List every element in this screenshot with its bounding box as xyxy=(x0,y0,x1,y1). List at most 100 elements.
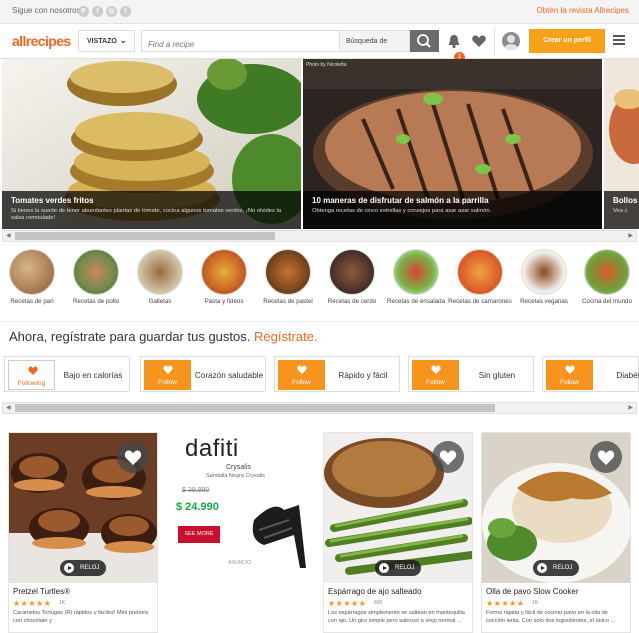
recipe-title[interactable]: Olla de pavo Slow Cooker xyxy=(486,587,579,596)
category-label: Recetas de pan xyxy=(10,298,54,305)
follow-button-label: Follow xyxy=(292,379,311,386)
scrollbar-thumb[interactable] xyxy=(15,404,495,412)
preferences-scrollbar[interactable]: ◀ ▶ xyxy=(2,402,637,414)
avatar[interactable] xyxy=(502,32,520,50)
rating-stars: ★★★★★ xyxy=(328,599,367,608)
category-item[interactable]: Recetas veganas xyxy=(512,249,576,306)
category-item[interactable]: Recetas de pollo xyxy=(64,249,128,306)
hero-slide-desc: Vea c xyxy=(613,208,628,214)
photo-credit: Photo by Nicoletta xyxy=(306,62,347,68)
follow-button[interactable]: Follow xyxy=(412,360,459,390)
rating-stars: ★★★★★ xyxy=(486,599,525,608)
scroll-left-icon[interactable]: ◀ xyxy=(6,232,11,239)
category-label: Galletas xyxy=(148,298,172,305)
allrecipes-logo[interactable]: allrecipes xyxy=(12,33,71,49)
hamburger-menu-icon[interactable] xyxy=(613,35,625,45)
magazine-link[interactable]: Obtén la revista Allrecipes xyxy=(537,6,630,15)
browse-dropdown[interactable]: VISTAZO ⌄ xyxy=(78,30,135,52)
recipe-card[interactable]: RELOJ Olla de pavo Slow Cooker ★★★★★ 1K … xyxy=(481,432,631,633)
watch-video-button[interactable]: RELOJ xyxy=(375,560,421,576)
scroll-right-icon[interactable]: ▶ xyxy=(628,232,633,239)
recipe-description: Forma rápida y fácil de cocinar pavo en … xyxy=(486,610,616,624)
follow-button[interactable]: Follow xyxy=(278,360,325,390)
category-item[interactable]: Recetas de pan xyxy=(0,249,64,306)
category-label: Recetas de ensalada xyxy=(386,298,446,305)
category-item[interactable]: Recetas de cerdo xyxy=(320,249,384,306)
pinterest-icon[interactable]: P xyxy=(78,6,89,17)
preference-label: Diabét xyxy=(616,370,639,380)
preference-pill: Follow Diabét xyxy=(542,356,639,392)
hero-slide[interactable]: Tomates verdes fritos Si tienes la suert… xyxy=(2,59,301,229)
create-profile-button[interactable]: Crear un perfil xyxy=(529,29,605,53)
search-button[interactable] xyxy=(410,30,439,52)
preference-pill: Follow Sin gluten xyxy=(408,356,534,392)
rating-stars: ★★★★★ xyxy=(13,599,52,608)
ad-see-more-button[interactable]: SEE MORE xyxy=(178,526,220,543)
divider xyxy=(494,28,495,55)
follow-button[interactable]: Follow xyxy=(144,360,191,390)
ingredient-search-button[interactable]: Búsqueda de xyxy=(340,30,410,52)
header: allrecipes VISTAZO ⌄ Búsqueda de 1 Crear… xyxy=(0,24,639,63)
facebook-icon[interactable]: f xyxy=(92,6,103,17)
register-link[interactable]: Regístrate. xyxy=(254,329,318,344)
rating-count: 1K xyxy=(59,600,66,606)
favorites-heart-icon[interactable] xyxy=(471,33,487,49)
hero-slide-desc: Si tienes la suerte de tener abundantes … xyxy=(11,208,282,221)
save-heart-button[interactable] xyxy=(590,441,622,473)
follow-button[interactable]: Follow xyxy=(546,360,593,390)
instagram-icon[interactable]: ◎ xyxy=(106,6,117,17)
preference-label: Bajo en calorías xyxy=(63,370,123,380)
bell-icon[interactable] xyxy=(446,33,462,49)
pasta-image xyxy=(201,249,247,295)
category-label: Pasta y fideos xyxy=(204,298,244,305)
recipe-card[interactable]: RELOJ Pretzel Turtles® ★★★★★ 1K Caramelo… xyxy=(8,432,158,633)
world-cuisine-image xyxy=(584,249,630,295)
category-item[interactable]: Pasta y fideos xyxy=(192,249,256,306)
divider xyxy=(0,321,639,322)
follow-button-label: Follow xyxy=(158,379,177,386)
heart-icon xyxy=(439,450,457,465)
register-text: Ahora, regístrate para guardar tus gusto… xyxy=(9,329,251,344)
hero-slide-title: 10 maneras de disfrutar de salmón a la p… xyxy=(312,196,489,205)
preference-pill: Following Bajo en calorías xyxy=(4,356,130,392)
follow-button-label: Following xyxy=(17,380,46,387)
category-item[interactable]: Cocina del mundo xyxy=(575,249,639,306)
watch-video-button[interactable]: RELOJ xyxy=(60,560,106,576)
search-input[interactable] xyxy=(141,30,340,52)
category-item[interactable]: Galletas xyxy=(128,249,192,306)
recipe-title[interactable]: Pretzel Turtles® xyxy=(13,587,70,596)
ad-price: $ 24.990 xyxy=(176,501,219,513)
scroll-left-icon[interactable]: ◀ xyxy=(6,404,11,411)
category-strip: Recetas de pan Recetas de pollo Galletas… xyxy=(0,245,639,320)
hero-caption: Bollos Vea c xyxy=(604,191,639,229)
heart-icon xyxy=(565,365,575,374)
hero-slide[interactable]: 10 maneras de disfrutar de salmón a la p… xyxy=(303,59,602,229)
hero-slide[interactable]: Bollos Vea c xyxy=(604,59,639,229)
heart-icon xyxy=(28,366,38,375)
heart-icon xyxy=(297,365,307,374)
watch-video-button[interactable]: RELOJ xyxy=(533,560,579,576)
hero-scrollbar[interactable]: ◀ ▶ xyxy=(2,230,637,242)
ad-product-desc: Sandalia Negra Crysalis xyxy=(206,473,265,479)
twitter-icon[interactable]: t xyxy=(120,6,131,17)
ingredient-search-label: Búsqueda de xyxy=(346,38,388,45)
recipe-title[interactable]: Espárrago de ajo salteado xyxy=(328,587,421,596)
recipe-description: Caramelos Tortugas (R) rápidos y fáciles… xyxy=(13,610,149,624)
save-heart-button[interactable] xyxy=(117,441,149,473)
save-heart-button[interactable] xyxy=(432,441,464,473)
pork-image xyxy=(329,249,375,295)
heart-icon xyxy=(124,450,142,465)
browse-label: VISTAZO xyxy=(87,38,117,45)
category-item[interactable]: Recetas de pastel xyxy=(256,249,320,306)
category-item[interactable]: Recetas de ensalada xyxy=(384,249,448,306)
category-item[interactable]: Recetas de camarones xyxy=(448,249,512,306)
following-button[interactable]: Following xyxy=(8,360,55,390)
rating-count: 600 xyxy=(374,600,383,606)
scrollbar-thumb[interactable] xyxy=(15,232,275,240)
scroll-right-icon[interactable]: ▶ xyxy=(628,404,633,411)
advertisement[interactable]: dafiti Crysalis Sandalia Negra Crysalis … xyxy=(164,432,314,582)
preference-label: Rápido y fácil xyxy=(338,370,388,380)
recipe-card[interactable]: RELOJ Espárrago de ajo salteado ★★★★★ 60… xyxy=(323,432,473,633)
preference-label: Sin gluten xyxy=(478,370,516,380)
bread-image xyxy=(9,249,55,295)
